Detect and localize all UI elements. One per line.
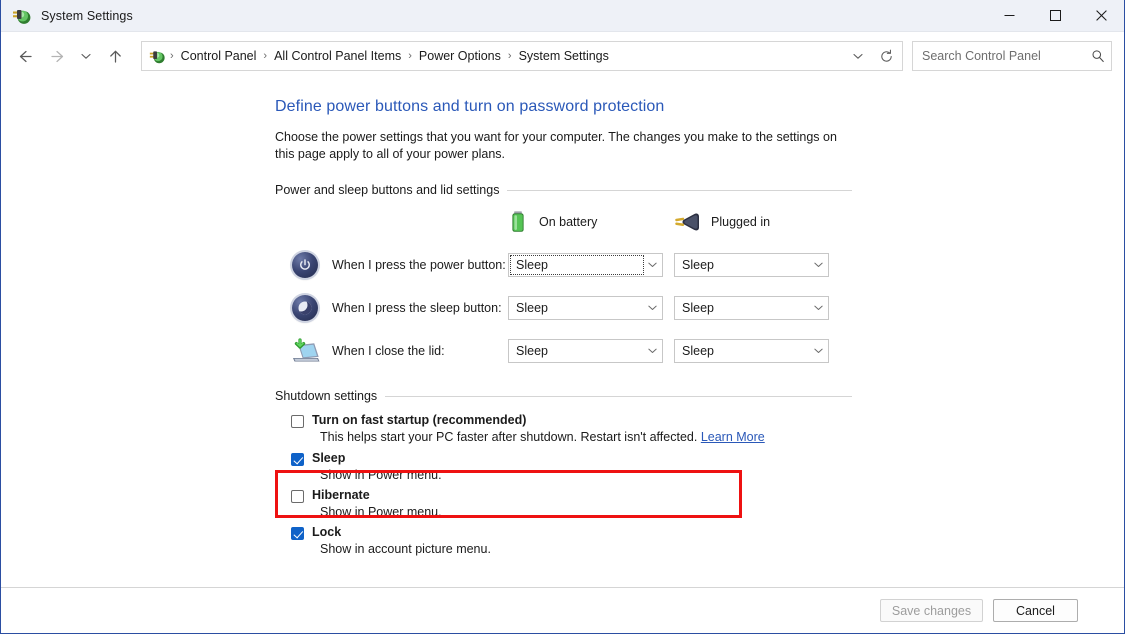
column-header-on-battery-label: On battery: [539, 215, 597, 229]
forward-arrow-icon[interactable]: [41, 40, 73, 72]
recent-locations-chevron-down-icon[interactable]: [73, 40, 99, 72]
column-headers: On battery Plugged in: [507, 207, 1124, 237]
search-input[interactable]: [922, 49, 1091, 63]
checkbox-description: Show in Power menu.: [320, 505, 1124, 519]
maximize-button[interactable]: [1032, 0, 1078, 32]
checkbox-label: Lock: [312, 525, 341, 539]
search-icon[interactable]: [1091, 49, 1105, 63]
shutdown-item-fast-startup: Turn on fast startup (recommended) This …: [291, 413, 1124, 444]
shutdown-item-hibernate: Hibernate Show in Power menu.: [291, 488, 1124, 519]
checkbox-row[interactable]: Sleep: [291, 451, 1124, 466]
window-controls: [986, 0, 1124, 32]
power-group-header: Power and sleep buttons and lid settings: [275, 183, 852, 197]
column-header-plugged-in: Plugged in: [673, 211, 839, 233]
power-button-icon: [289, 249, 321, 281]
chevron-down-icon: [642, 345, 662, 356]
power-plug-icon: [12, 6, 32, 26]
column-header-plugged-in-label: Plugged in: [711, 215, 770, 229]
combo-close-lid-on-battery[interactable]: Sleep: [508, 339, 663, 363]
laptop-lid-icon: [289, 335, 321, 367]
search-box[interactable]: [912, 41, 1112, 71]
page-title: Define power buttons and turn on passwor…: [275, 98, 1124, 116]
combo-value: Sleep: [509, 258, 642, 272]
cancel-button[interactable]: Cancel: [993, 599, 1078, 622]
checkbox-description: Show in Power menu.: [320, 468, 1124, 482]
combo-value: Sleep: [675, 344, 808, 358]
chevron-down-icon: [808, 345, 828, 356]
breadcrumb-item-control-panel[interactable]: Control Panel: [176, 46, 262, 66]
breadcrumb-item-system-settings[interactable]: System Settings: [514, 46, 614, 66]
breadcrumb-item-all-control-panel-items[interactable]: All Control Panel Items: [269, 46, 406, 66]
title-bar: System Settings: [1, 0, 1124, 32]
checkbox-description: Show in account picture menu.: [320, 542, 1124, 556]
shutdown-item-sleep: Sleep Show in Power menu.: [291, 451, 1124, 482]
combo-value: Sleep: [675, 258, 808, 272]
learn-more-link[interactable]: Learn More: [701, 430, 765, 444]
chevron-down-icon: [642, 259, 662, 270]
combo-value: Sleep: [509, 301, 642, 315]
setting-label-power-button: When I press the power button:: [332, 258, 508, 272]
address-dropdown-chevron-down-icon[interactable]: [844, 42, 872, 70]
shutdown-item-lock: Lock Show in account picture menu.: [291, 525, 1124, 556]
content-area: Define power buttons and turn on passwor…: [1, 80, 1124, 587]
checkbox-label: Sleep: [312, 451, 345, 465]
setting-row-power-button: When I press the power button: Sleep Sle…: [275, 243, 1124, 286]
dialog-footer: Save changes Cancel: [1, 587, 1124, 633]
up-arrow-icon[interactable]: [99, 40, 131, 72]
shutdown-group-header: Shutdown settings: [275, 389, 852, 403]
combo-close-lid-plugged-in[interactable]: Sleep: [674, 339, 829, 363]
combo-sleep-button-on-battery[interactable]: Sleep: [508, 296, 663, 320]
breadcrumb-separator: ›: [506, 50, 514, 62]
address-bar[interactable]: › Control Panel › All Control Panel Item…: [141, 41, 903, 71]
back-arrow-icon[interactable]: [9, 40, 41, 72]
chevron-down-icon: [642, 302, 662, 313]
setting-row-sleep-button: When I press the sleep button: Sleep Sle…: [275, 286, 1124, 329]
combo-power-button-plugged-in[interactable]: Sleep: [674, 253, 829, 277]
window-title: System Settings: [41, 9, 133, 23]
chevron-down-icon: [808, 302, 828, 313]
checkbox-row[interactable]: Turn on fast startup (recommended): [291, 413, 1124, 428]
combo-value: Sleep: [675, 301, 808, 315]
breadcrumb-separator: ›: [168, 50, 176, 62]
power-group-label: Power and sleep buttons and lid settings: [275, 183, 499, 197]
checkbox-description: This helps start your PC faster after sh…: [320, 430, 1124, 444]
group-divider: [385, 396, 852, 397]
breadcrumb-separator: ›: [261, 50, 269, 62]
combo-sleep-button-plugged-in[interactable]: Sleep: [674, 296, 829, 320]
minimize-button[interactable]: [986, 0, 1032, 32]
chevron-down-icon: [808, 259, 828, 270]
checkbox-label: Turn on fast startup (recommended): [312, 413, 526, 427]
checkbox-hibernate[interactable]: [291, 490, 304, 503]
close-button[interactable]: [1078, 0, 1124, 32]
checkbox-description-text: This helps start your PC faster after sh…: [320, 430, 697, 444]
system-settings-window: System Settings: [0, 0, 1125, 634]
combo-value: Sleep: [509, 344, 642, 358]
group-divider: [507, 190, 852, 191]
power-plug-icon: [673, 211, 701, 233]
breadcrumb-item-power-options[interactable]: Power Options: [414, 46, 506, 66]
sleep-button-icon: [289, 292, 321, 324]
page-description: Choose the power settings that you want …: [275, 129, 841, 163]
breadcrumb-separator: ›: [406, 50, 414, 62]
refresh-icon[interactable]: [872, 42, 900, 70]
battery-icon: [507, 210, 529, 234]
combo-power-button-on-battery[interactable]: Sleep: [508, 253, 663, 277]
checkbox-lock[interactable]: [291, 527, 304, 540]
save-changes-button[interactable]: Save changes: [880, 599, 983, 622]
shutdown-group-label: Shutdown settings: [275, 389, 377, 403]
setting-row-close-lid: When I close the lid: Sleep Sleep: [275, 329, 1124, 372]
checkbox-row[interactable]: Lock: [291, 525, 1124, 540]
setting-label-sleep-button: When I press the sleep button:: [332, 301, 508, 315]
column-header-on-battery: On battery: [507, 210, 673, 234]
checkbox-label: Hibernate: [312, 488, 370, 502]
checkbox-fast-startup[interactable]: [291, 415, 304, 428]
checkbox-row[interactable]: Hibernate: [291, 488, 1124, 503]
checkbox-sleep[interactable]: [291, 453, 304, 466]
setting-label-close-lid: When I close the lid:: [332, 344, 508, 358]
breadcrumb-power-plug-icon: [149, 48, 166, 65]
navigation-bar: › Control Panel › All Control Panel Item…: [1, 32, 1124, 80]
